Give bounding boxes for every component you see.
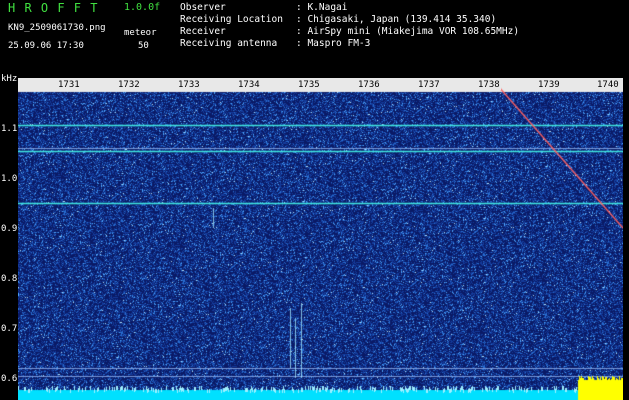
mode-label: meteor	[124, 28, 157, 38]
location-value: : Chigasaki, Japan (139.414 35.340)	[296, 14, 497, 25]
y-tick-0-7: 0.7	[1, 324, 18, 334]
app-title: H R O F F T	[8, 1, 99, 15]
antenna-value: : Maspro FM-3	[296, 38, 371, 49]
x-tick-1731: 1731	[57, 80, 81, 90]
x-tick-1738: 1738	[477, 80, 501, 90]
hrofft-window: H R O F F T 1.0.0f KN9_2509061730.png me…	[0, 0, 629, 400]
location-label: Receiving Location	[180, 14, 283, 25]
antenna-label: Receiving antenna	[180, 38, 278, 49]
mode-value: 50	[138, 41, 149, 51]
spectrogram-plot	[18, 78, 623, 400]
x-tick-1735: 1735	[297, 80, 321, 90]
y-tick-1-1: 1.1	[1, 124, 18, 134]
receiver-value: : AirSpy mini (Miakejima VOR 108.65MHz)	[296, 26, 520, 37]
x-tick-1734: 1734	[237, 80, 261, 90]
x-tick-1733: 1733	[177, 80, 201, 90]
x-tick-1737: 1737	[417, 80, 441, 90]
observer-label: Observer	[180, 2, 226, 13]
y-tick-0-6: 0.6	[1, 374, 18, 384]
y-tick-1-0: 1.0	[1, 174, 18, 184]
x-tick-1732: 1732	[117, 80, 141, 90]
receiver-label: Receiver	[180, 26, 226, 37]
y-axis-unit: kHz	[1, 74, 18, 84]
app-version: 1.0.0f	[124, 2, 161, 13]
file-name: KN9_2509061730.png	[8, 23, 106, 33]
y-tick-0-9: 0.9	[1, 224, 18, 234]
x-tick-1740: 1740	[596, 80, 620, 90]
observer-value: : K.Nagai	[296, 2, 348, 13]
x-tick-1736: 1736	[357, 80, 381, 90]
spectrogram-canvas	[18, 78, 623, 400]
timestamp: 25.09.06 17:30	[8, 41, 84, 51]
y-tick-0-8: 0.8	[1, 274, 18, 284]
x-tick-1739: 1739	[537, 80, 561, 90]
